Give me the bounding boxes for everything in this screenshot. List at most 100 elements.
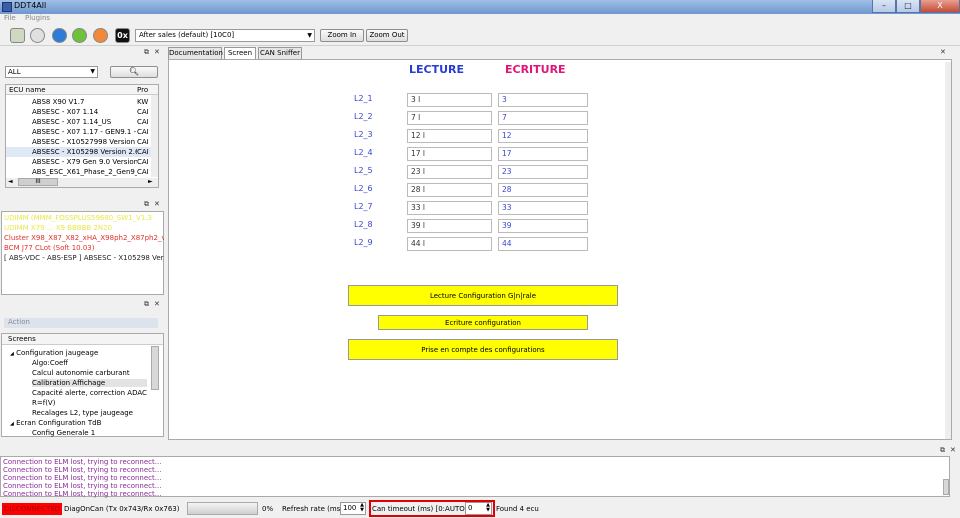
expand-icon[interactable]: ◢ [10,421,14,427]
write-input[interactable]: 17 [498,147,588,161]
vertical-scrollbar[interactable] [945,62,951,439]
progress-text: 0% [262,505,274,513]
table-row[interactable]: ABSESC - X105298 Version 2.6 CAI [6,147,151,157]
tab-can-sniffer[interactable]: CAN Sniffer [258,47,302,59]
close-button[interactable]: X [920,0,960,13]
tree-item[interactable]: Capacité alerte, correction ADAC [32,389,147,397]
settings-gear-icon[interactable] [30,28,45,43]
zoom-in-button[interactable]: Zoom In [320,29,364,42]
write-input[interactable]: 28 [498,183,588,197]
profile-select-value: After sales (default) [10C0] [139,31,235,39]
float-icon[interactable]: ⧉ [144,200,149,209]
refresh-icon[interactable] [72,28,87,43]
read-value: 23 l [407,165,492,179]
stop-icon[interactable] [52,28,67,43]
scroll-thumb[interactable] [151,346,159,390]
close-icon[interactable]: ✕ [940,48,946,56]
tree-item[interactable]: R=f(V) [32,399,55,407]
write-input[interactable]: 39 [498,219,588,233]
tab-documentation[interactable]: Documentation [168,47,223,59]
log-line: Connection to ELM lost, trying to reconn… [3,490,162,498]
adapter-icon[interactable] [10,28,25,43]
heart-icon[interactable] [93,28,108,43]
tree-item[interactable]: Recalages L2, type jaugeage [32,409,133,417]
maximize-button[interactable]: □ [896,0,920,13]
refresh-rate-input[interactable]: 100 ▲ ▼ [340,502,366,515]
ecu-table[interactable]: ECU name Pro ABS8 X90 V1.7 KW ABSESC - X0… [5,84,159,188]
ecu-protocol: CAI [137,138,149,146]
column-header-protocol[interactable]: Pro [137,86,148,94]
close-icon[interactable]: ✕ [154,48,160,56]
table-row[interactable]: ABSESC - X07 1.17 - GEN9.1 - ... CAI [6,127,151,137]
spinner-arrows-icon[interactable]: ▲ ▼ [360,503,364,513]
table-row[interactable]: ABSESC - X79 Gen 9.0 Version ... CAI [6,157,151,167]
list-item[interactable]: UDIMM (MMM_FOSSPLUS59680_SW1_V1.3 [4,214,164,222]
write-input[interactable]: 33 [498,201,588,215]
log-line: Connection to ELM lost, trying to reconn… [3,466,162,474]
ecu-protocol: KW [137,98,149,106]
console-log[interactable]: Connection to ELM lost, trying to reconn… [0,456,950,498]
tree-item[interactable]: Calcul autonomie carburant [32,369,130,377]
found-ecu-list[interactable]: UDIMM (MMM_FOSSPLUS59680_SW1_V1.3 UDIMM … [1,211,164,295]
ecu-name: ABS8 X90 V1.7 [32,98,85,106]
vertical-scrollbar[interactable] [151,95,158,177]
close-icon[interactable]: ✕ [154,200,160,208]
write-input[interactable]: 23 [498,165,588,179]
write-input[interactable]: 7 [498,111,588,125]
tree-item[interactable]: Algo:Coeff [32,359,68,367]
close-icon[interactable]: ✕ [154,300,160,308]
scroll-thumb[interactable]: III [18,178,58,186]
write-header: ECRITURE [505,63,566,76]
spinner-arrows-icon[interactable]: ▲ ▼ [486,503,490,513]
tree-item-selected[interactable]: Calibration Affichage [32,379,147,387]
apply-config-button[interactable]: Prise en compte des configurations [348,339,618,360]
minimize-button[interactable]: – [872,0,896,13]
tree-item-configuration-jaugeage[interactable]: ◢ Configuration jaugeage [10,349,98,357]
table-row[interactable]: ABSESC - X07 1.14 CAI [6,107,151,117]
list-item[interactable]: UDIMM X79 ... X9 BBBBB 2N20 [4,224,164,232]
tree-item-label: Configuration jaugeage [16,349,99,357]
list-item[interactable]: [ ABS-VDC - ABS-ESP ] ABSESC - X105298 V… [4,254,164,262]
float-icon[interactable]: ⧉ [144,48,149,57]
scroll-thumb[interactable] [943,479,949,495]
write-input[interactable]: 44 [498,237,588,251]
read-value: 3 l [407,93,492,107]
read-value: 7 l [407,111,492,125]
menu-plugins[interactable]: Plugins [25,14,50,22]
write-input[interactable]: 3 [498,93,588,107]
l2-label: L2_3 [354,130,373,139]
hex-icon[interactable]: 0x [115,28,130,43]
chevron-down-icon: ▼ [307,32,312,39]
expand-icon[interactable]: ◢ [10,351,14,357]
tree-item-ecran-configuration[interactable]: ◢ Ecran Configuration TdB [10,419,101,427]
table-row[interactable]: ABSESC - X07 1.14_US CAI [6,117,151,127]
screens-header[interactable]: Screens [2,334,163,345]
profile-select[interactable]: After sales (default) [10C0] ▼ [135,29,315,42]
scroll-right-icon[interactable]: ► [148,178,153,185]
l2-label: L2_6 [354,184,373,193]
list-item[interactable]: BCM J77 CLot (Soft 10.03) [4,244,164,252]
can-timeout-input[interactable]: 0 ▲ ▼ [465,502,492,515]
ecu-protocol: CAI [137,158,149,166]
screens-tree[interactable]: Screens ◢ Configuration jaugeage Algo:Co… [1,333,164,437]
table-row[interactable]: ABSESC - X10527998 Version 3.1 CAI [6,137,151,147]
tab-screen[interactable]: Screen [224,47,256,59]
table-row[interactable]: ABS8 X90 V1.7 KW [6,97,151,107]
ecu-search-button[interactable]: 🔍︎ [110,66,158,78]
close-icon[interactable]: ✕ [950,446,956,454]
float-icon[interactable]: ⧉ [940,446,945,455]
float-icon[interactable]: ⧉ [144,300,149,309]
column-header-name[interactable]: ECU name [9,86,46,94]
scroll-left-icon[interactable]: ◄ [8,178,13,185]
zoom-out-button[interactable]: Zoom Out [366,29,408,42]
l2-label: L2_4 [354,148,373,157]
tree-item[interactable]: Config Generale 1 [32,429,95,437]
horizontal-scrollbar[interactable]: ◄ III ► [6,178,158,187]
read-config-button[interactable]: Lecture Configuration G|n|rale [348,285,618,306]
ecu-filter-select[interactable]: ALL ▼ [5,66,98,78]
write-config-button[interactable]: Ecriture configuration [378,315,588,330]
write-input[interactable]: 12 [498,129,588,143]
table-row[interactable]: ABS_ESC_X61_Phase_2_Gen9_... CAI [6,167,151,177]
list-item[interactable]: Cluster X98_X87_X82_xHA_X98ph2_X87ph2_v7… [4,234,164,242]
menu-file[interactable]: File [4,14,16,22]
